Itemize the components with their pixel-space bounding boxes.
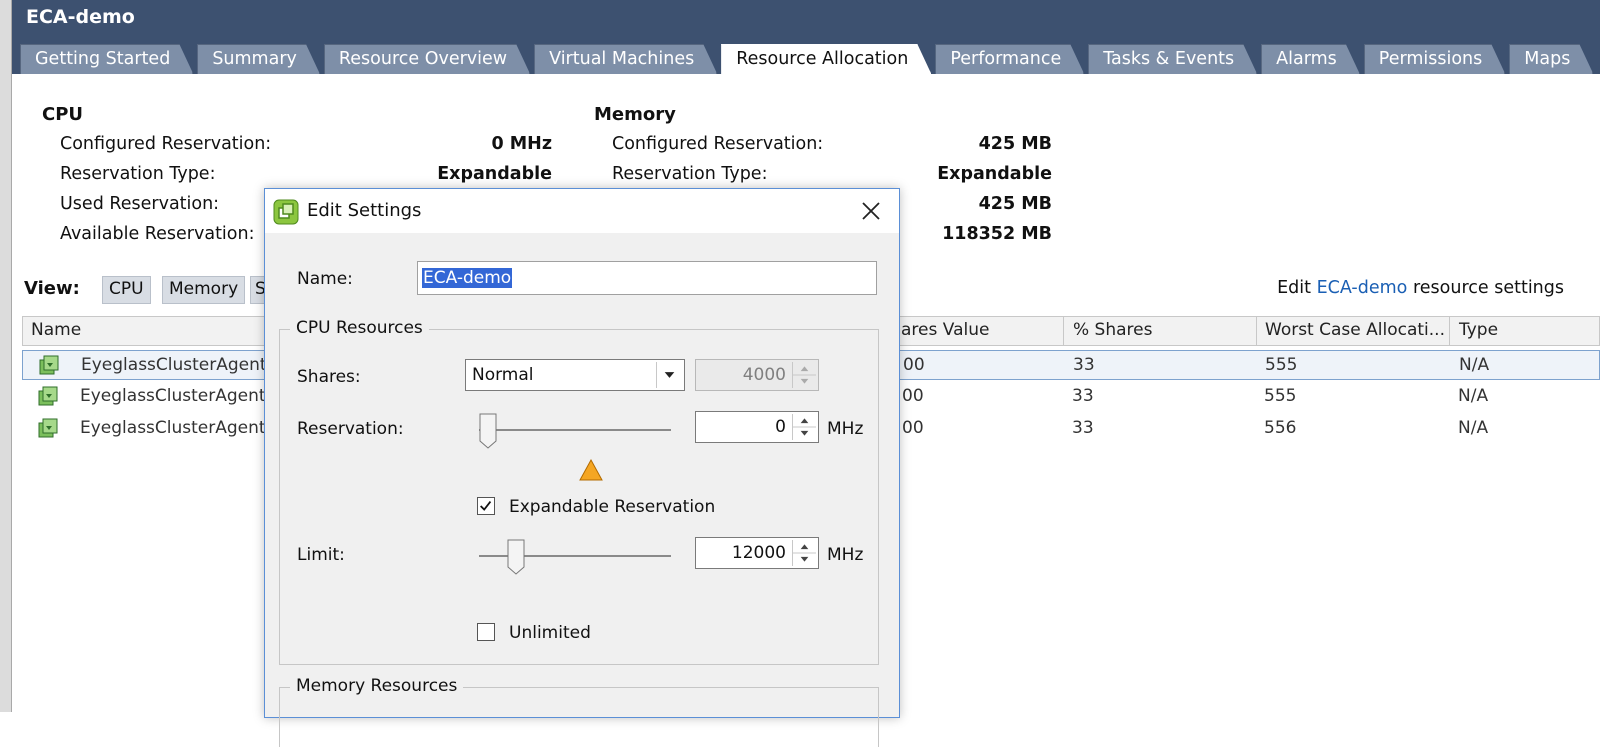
view-cpu-button[interactable]: CPU (102, 276, 151, 304)
column-separator[interactable] (1063, 317, 1064, 346)
edit-prefix: Edit (1277, 278, 1311, 298)
vm-name: EyeglassClusterAgent (81, 355, 267, 375)
limit-unit: MHz (827, 545, 864, 565)
reservation-slider-track[interactable] (479, 429, 671, 431)
cpu-configured-reservation-value: 0 MHz (491, 134, 552, 154)
reservation-stepper[interactable]: 0 (695, 411, 819, 443)
column-header-name[interactable]: Name (31, 320, 81, 340)
tab-maps[interactable]: Maps (1509, 44, 1593, 74)
vm-name: EyeglassClusterAgent (80, 386, 266, 406)
edit-settings-dialog: Edit Settings Name: ECA-demo CPU Resourc… (264, 188, 900, 747)
pct-shares-cell: 33 (1072, 386, 1094, 406)
column-header-type[interactable]: Type (1459, 320, 1498, 340)
worst-case-cell: 556 (1264, 418, 1297, 438)
cpu-configured-reservation-label: Configured Reservation: (60, 134, 272, 154)
cpu-available-reservation-label: Available Reservation: (60, 224, 255, 244)
tab-resource-overview[interactable]: Resource Overview (324, 44, 530, 74)
resource-pool-icon (273, 199, 299, 225)
column-separator[interactable] (1449, 317, 1450, 346)
shares-select[interactable]: Normal (465, 359, 685, 391)
pct-shares-cell: 33 (1072, 418, 1094, 438)
dialog-title-bar[interactable]: Edit Settings (265, 189, 899, 233)
expandable-reservation-checkbox[interactable] (477, 497, 495, 515)
edit-resource-link[interactable]: ECA-demo (1317, 278, 1408, 298)
cpu-section-title: CPU (42, 104, 84, 125)
limit-slider-thumb[interactable] (507, 539, 525, 575)
expandable-reservation-label[interactable]: Expandable Reservation (509, 497, 715, 517)
vm-name: EyeglassClusterAgent (80, 418, 266, 438)
reservation-value: 0 (775, 417, 786, 437)
name-input[interactable]: ECA-demo (417, 261, 877, 295)
tab-resource-allocation[interactable]: Resource Allocation (721, 44, 931, 74)
tab-tasks-events[interactable]: Tasks & Events (1088, 44, 1257, 74)
spin-arrows-icon[interactable] (792, 414, 816, 440)
column-header-shares-value[interactable]: ares Value (901, 320, 989, 340)
tab-performance[interactable]: Performance (935, 44, 1084, 74)
inventory-object-title: ECA-demo (26, 6, 135, 28)
tab-strip: Getting Started Summary Resource Overvie… (20, 44, 1597, 74)
memory-resources-legend: Memory Resources (290, 676, 464, 696)
memory-available-reservation-value: 118352 MB (942, 224, 1052, 244)
dialog-title: Edit Settings (307, 200, 422, 221)
memory-reservation-type-value: Expandable (937, 164, 1052, 184)
reservation-unit: MHz (827, 419, 864, 439)
type-cell: N/A (1458, 386, 1489, 406)
edit-suffix: resource settings (1412, 278, 1564, 298)
type-cell: N/A (1458, 418, 1489, 438)
shares-value-cell: 00 (902, 386, 924, 406)
shares-value: 4000 (742, 365, 786, 385)
tab-summary[interactable]: Summary (197, 44, 320, 74)
spin-arrows-icon (792, 362, 816, 388)
shares-value-cell: 00 (902, 418, 924, 438)
cpu-resources-legend: CPU Resources (290, 318, 429, 338)
unlimited-checkbox[interactable] (477, 623, 495, 641)
chevron-down-icon[interactable] (656, 362, 682, 388)
vm-icon (38, 386, 58, 406)
vm-icon (38, 418, 58, 438)
close-icon[interactable] (857, 197, 885, 225)
name-input-value: ECA-demo (422, 268, 513, 288)
type-cell: N/A (1459, 355, 1490, 375)
checkmark-icon (480, 501, 492, 511)
worst-case-cell: 555 (1264, 386, 1297, 406)
limit-label: Limit: (297, 545, 345, 565)
warning-icon (579, 459, 603, 481)
reservation-slider-thumb[interactable] (479, 413, 497, 449)
cpu-reservation-type-value: Expandable (437, 164, 552, 184)
vm-icon (39, 355, 59, 375)
pct-shares-cell: 33 (1073, 355, 1095, 375)
shares-label: Shares: (297, 367, 361, 387)
memory-used-reservation-value: 425 MB (978, 194, 1052, 214)
memory-configured-reservation-value: 425 MB (978, 134, 1052, 154)
shares-value-stepper: 4000 (695, 359, 819, 391)
unlimited-label[interactable]: Unlimited (509, 623, 591, 643)
cpu-used-reservation-label: Used Reservation: (60, 194, 220, 214)
reservation-label: Reservation: (297, 419, 404, 439)
tab-getting-started[interactable]: Getting Started (20, 44, 193, 74)
title-bar: ECA-demo Getting Started Summary Resourc… (12, 0, 1600, 74)
column-header-pct-shares[interactable]: % Shares (1073, 320, 1152, 340)
limit-value: 12000 (731, 543, 786, 563)
memory-reservation-type-label: Reservation Type: (612, 164, 768, 184)
shares-value-cell: 00 (903, 355, 925, 375)
edit-resource-settings: Edit ECA-demo resource settings (1277, 278, 1564, 298)
cpu-reservation-type-label: Reservation Type: (60, 164, 216, 184)
spin-arrows-icon[interactable] (792, 540, 816, 566)
tab-virtual-machines[interactable]: Virtual Machines (534, 44, 717, 74)
memory-section-title: Memory (594, 104, 676, 125)
limit-stepper[interactable]: 12000 (695, 537, 819, 569)
window-left-edge (0, 0, 12, 712)
view-memory-button[interactable]: Memory (162, 276, 246, 304)
memory-resources-group: Memory Resources (279, 676, 879, 747)
name-label: Name: (297, 269, 353, 289)
worst-case-cell: 555 (1265, 355, 1298, 375)
column-separator[interactable] (1256, 317, 1257, 346)
tab-alarms[interactable]: Alarms (1261, 44, 1360, 74)
view-label: View: (24, 278, 80, 299)
tab-permissions[interactable]: Permissions (1364, 44, 1506, 74)
column-header-worst-case[interactable]: Worst Case Allocati... (1265, 320, 1445, 340)
shares-selected-value: Normal (472, 365, 534, 385)
memory-configured-reservation-label: Configured Reservation: (612, 134, 824, 154)
